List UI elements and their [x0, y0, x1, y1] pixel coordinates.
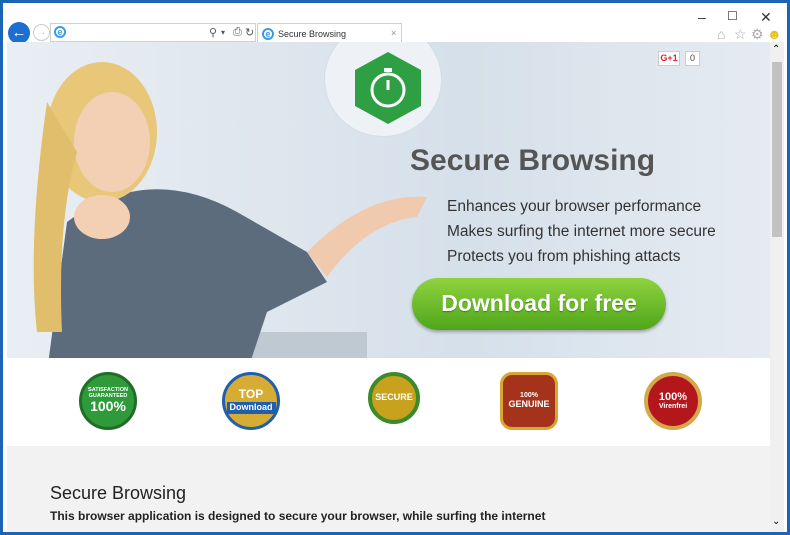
badges-row: SATISFACTION GUARANTEED 100% TOP Download … [7, 358, 770, 446]
stopwatch-logo-icon [355, 52, 421, 124]
virenfrei-badge: 100% Virenfrei [644, 372, 702, 430]
ie-icon: e [54, 26, 66, 38]
feature-item: Protects you from phishing attacts [447, 248, 681, 265]
ie-icon: e [262, 28, 274, 40]
feature-item: Enhances your browser performance [447, 198, 702, 215]
maximize-button[interactable]: ☐ [727, 9, 738, 23]
hero-title: Secure Browsing [410, 144, 656, 177]
feature-list: Enhances your browser performance Makes … [447, 194, 716, 269]
forward-button[interactable]: → [33, 24, 50, 41]
compat-icon[interactable]: ⎙ [233, 26, 242, 39]
secure-badge: SECURE [368, 372, 420, 424]
hero-section: G+1 0 Secure Browsing Enhances your brow… [7, 42, 770, 358]
section-description: This browser application is designed to … [50, 509, 546, 523]
section-title: Secure Browsing [50, 483, 187, 503]
scroll-down-icon[interactable]: ⌄ [772, 516, 780, 527]
tab-title: Secure Browsing [278, 29, 347, 39]
satisfaction-badge: SATISFACTION GUARANTEED 100% [79, 372, 137, 430]
gplus-count: 0 [685, 51, 700, 66]
smiley-icon[interactable]: ☻ [767, 26, 782, 42]
star-icon[interactable]: ☆ [734, 26, 747, 43]
genuine-badge: 100% GENUINE [500, 372, 558, 430]
browser-window: – ☐ ✕ ← → e ⚲ ▾ ⎙ ↻ e Secure Browsing × … [3, 3, 787, 532]
gear-icon[interactable]: ⚙ [751, 26, 764, 43]
vertical-scrollbar[interactable]: ⌃ ⌄ [770, 42, 784, 532]
download-button[interactable]: Download for free [412, 278, 666, 330]
page-content: G+1 0 Secure Browsing Enhances your brow… [7, 42, 770, 532]
back-button[interactable]: ← [8, 22, 30, 44]
feature-item: Makes surfing the internet more secure [447, 223, 716, 240]
address-bar[interactable]: e ⚲ ▾ ⎙ ↻ [50, 23, 256, 42]
search-icon[interactable]: ⚲ [209, 26, 217, 39]
scrollbar-thumb[interactable] [772, 62, 782, 237]
scroll-up-icon[interactable]: ⌃ [772, 44, 780, 55]
tab-close-icon[interactable]: × [391, 28, 396, 38]
satisfaction-badge-text: 100% [90, 398, 126, 415]
minimize-button[interactable]: – [698, 9, 706, 25]
close-button[interactable]: ✕ [760, 9, 772, 26]
dropdown-icon[interactable]: ▾ [221, 28, 225, 37]
top-download-badge: TOP Download [222, 372, 280, 430]
home-icon[interactable]: ⌂ [717, 26, 725, 42]
refresh-icon[interactable]: ↻ [245, 26, 254, 39]
gplus-button[interactable]: G+1 [658, 51, 680, 66]
